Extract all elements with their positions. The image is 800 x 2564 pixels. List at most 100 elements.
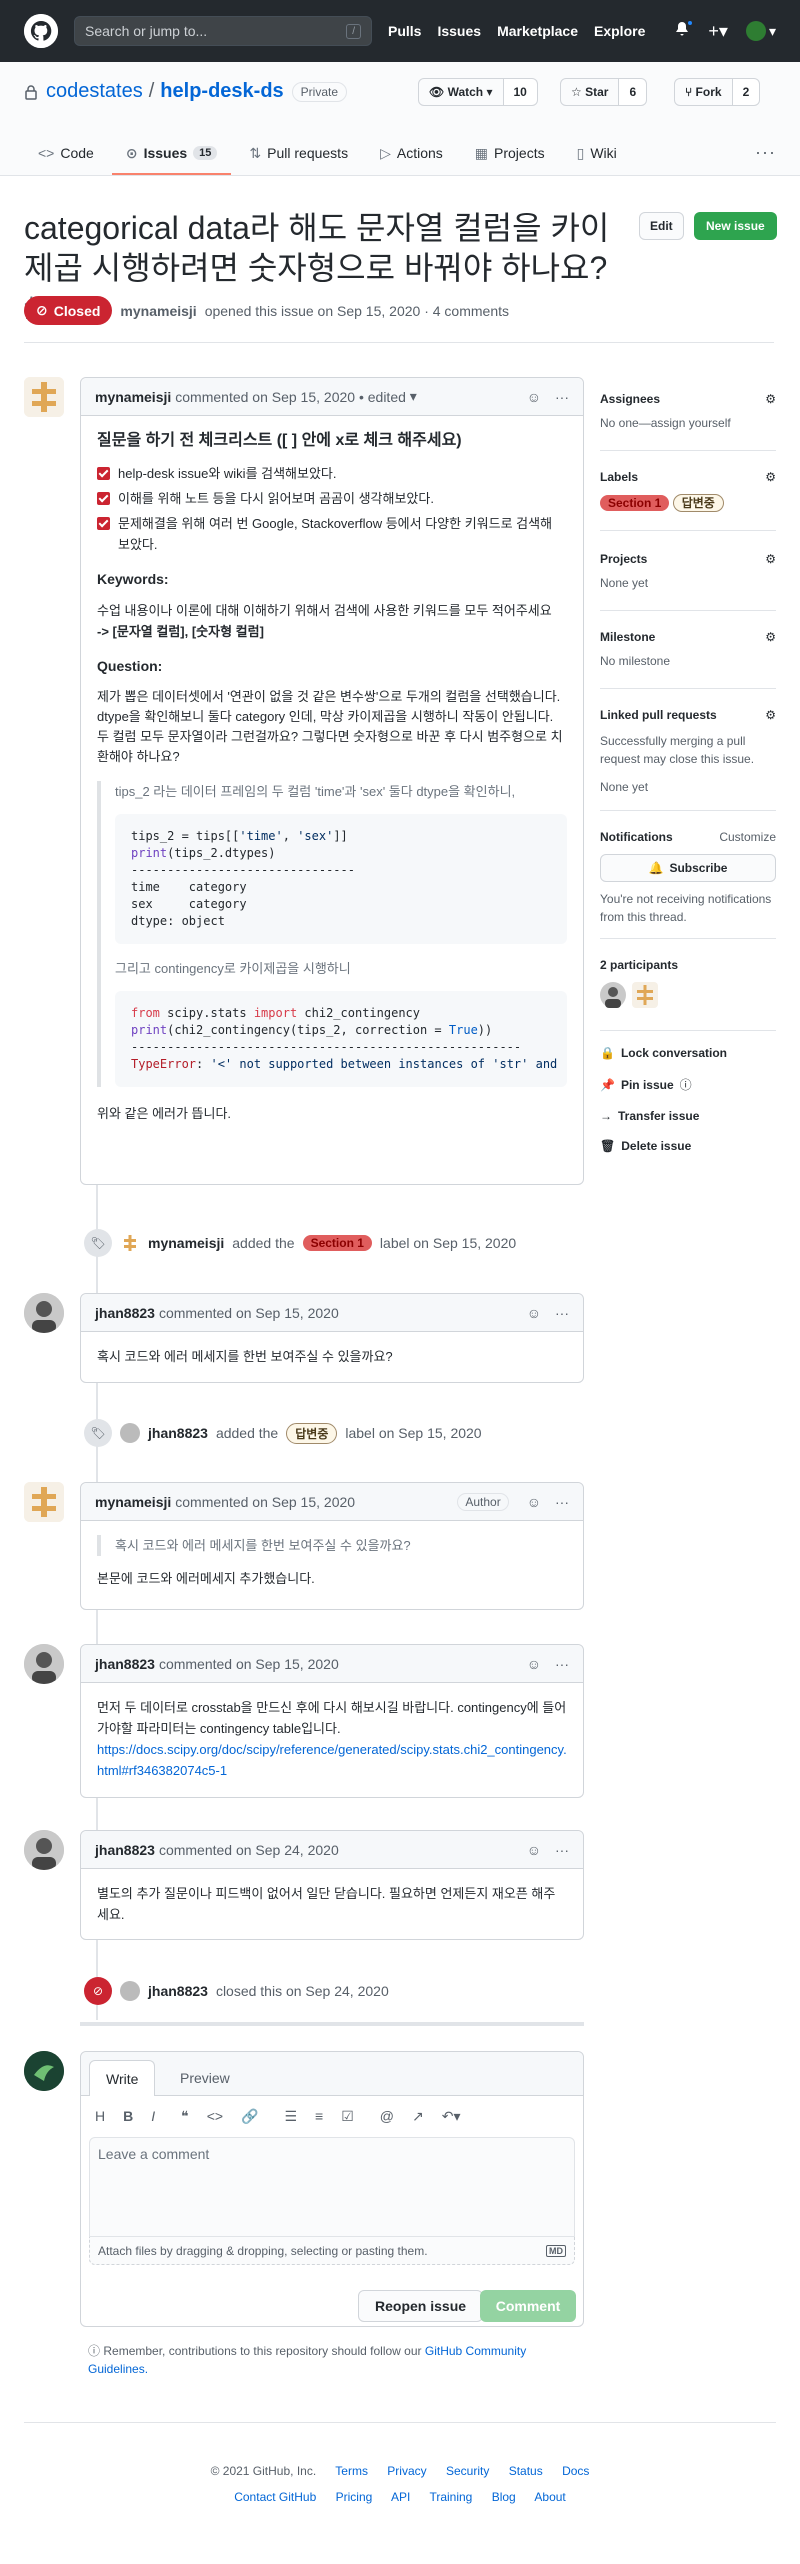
checklist-item[interactable]: 이해를 위해 노트 등을 다시 읽어보며 곰곰이 생각해보았다. <box>97 488 567 509</box>
task-list-icon[interactable]: ☑ <box>341 2108 354 2125</box>
heading-icon[interactable]: H <box>95 2108 105 2125</box>
avatar[interactable] <box>24 377 64 417</box>
attach-files-area[interactable]: Attach files by dragging & dropping, sel… <box>89 2237 575 2265</box>
subscribe-button[interactable]: 🔔 Subscribe <box>600 854 776 882</box>
checklist-item[interactable]: 문제해결을 위해 여러 번 Google, Stackoverflow 등에서 … <box>97 513 567 555</box>
mention-icon[interactable]: @ <box>380 2108 394 2125</box>
comment-menu-icon[interactable]: ··· <box>555 1656 569 1672</box>
emoji-reaction-icon[interactable]: ☺ <box>527 389 541 405</box>
footer-training-link[interactable]: Training <box>429 2490 472 2504</box>
search-input[interactable]: Search or jump to... / <box>74 16 372 46</box>
code-icon[interactable]: <> <box>207 2108 223 2125</box>
comment-textarea[interactable]: Leave a comment <box>89 2137 575 2237</box>
footer-pricing-link[interactable]: Pricing <box>336 2490 373 2504</box>
nav-issues[interactable]: Issues <box>437 23 481 39</box>
more-tabs-icon[interactable]: ··· <box>755 142 776 163</box>
gear-icon[interactable]: ⚙ <box>765 470 776 484</box>
edit-title-button[interactable]: Edit <box>639 212 684 240</box>
tab-pull-requests[interactable]: ⇅ Pull requests <box>235 133 362 175</box>
fork-count[interactable]: 2 <box>732 78 761 106</box>
footer-about-link[interactable]: About <box>534 2490 565 2504</box>
comment-author[interactable]: jhan8823 <box>95 1305 155 1321</box>
tab-write[interactable]: Write <box>89 2060 156 2096</box>
footer-terms-link[interactable]: Terms <box>335 2464 368 2478</box>
new-issue-button[interactable]: New issue <box>694 212 777 240</box>
footer-api-link[interactable]: API <box>391 2490 410 2504</box>
pin-issue-button[interactable]: 📌 Pin issue ⓘ <box>600 1076 776 1093</box>
label-answering[interactable]: 답변중 <box>672 494 724 512</box>
reply-icon[interactable]: ↶▾ <box>442 2108 461 2125</box>
participant-avatar[interactable] <box>600 982 626 1008</box>
emoji-reaction-icon[interactable]: ☺ <box>527 1842 541 1858</box>
emoji-reaction-icon[interactable]: ☺ <box>527 1656 541 1672</box>
user-menu[interactable]: ▾ <box>745 21 776 41</box>
transfer-issue-button[interactable]: → Transfer issue <box>600 1109 776 1123</box>
create-new-icon[interactable]: +▾ <box>708 21 728 42</box>
italic-icon[interactable]: I <box>151 2108 155 2125</box>
bold-icon[interactable]: B <box>123 2108 133 2125</box>
comment-menu-icon[interactable]: ··· <box>555 1842 569 1858</box>
bulleted-list-icon[interactable]: ☰ <box>284 2108 297 2125</box>
nav-explore[interactable]: Explore <box>594 23 645 39</box>
footer-contact-link[interactable]: Contact GitHub <box>234 2490 316 2504</box>
tab-issues[interactable]: ⊙ Issues 15 <box>111 133 232 175</box>
checklist-item[interactable]: help-desk issue와 wiki를 검색해보았다. <box>97 463 567 484</box>
footer-status-link[interactable]: Status <box>509 2464 543 2478</box>
repo-owner-link[interactable]: codestates <box>46 80 143 103</box>
tab-code[interactable]: <> Code <box>24 133 108 175</box>
emoji-reaction-icon[interactable]: ☺ <box>527 1494 541 1510</box>
gear-icon[interactable]: ⚙ <box>765 708 776 722</box>
edited-menu[interactable]: • edited <box>359 389 406 405</box>
avatar[interactable] <box>24 1830 64 1870</box>
avatar[interactable] <box>24 1293 64 1333</box>
github-logo-icon[interactable] <box>24 14 58 48</box>
comment-button[interactable]: Comment <box>480 2290 576 2322</box>
star-count[interactable]: 6 <box>619 78 648 106</box>
comment-menu-icon[interactable]: ··· <box>555 389 569 405</box>
comment-author[interactable]: jhan8823 <box>95 1656 155 1672</box>
label-section-1[interactable]: Section 1 <box>600 495 670 511</box>
tab-actions[interactable]: ▷ Actions <box>366 133 457 175</box>
watch-count[interactable]: 10 <box>503 78 538 106</box>
comment-author[interactable]: jhan8823 <box>95 1842 155 1858</box>
footer-security-link[interactable]: Security <box>446 2464 489 2478</box>
current-user-avatar[interactable] <box>24 2051 64 2091</box>
delete-issue-button[interactable]: 🗑 Delete issue <box>600 1139 776 1153</box>
avatar[interactable] <box>24 1482 64 1522</box>
reopen-issue-button[interactable]: Reopen issue <box>358 2290 484 2322</box>
gear-icon[interactable]: ⚙ <box>765 552 776 566</box>
comment-menu-icon[interactable]: ··· <box>555 1305 569 1321</box>
footer-blog-link[interactable]: Blog <box>492 2490 516 2504</box>
participant-avatar[interactable] <box>632 982 658 1008</box>
emoji-reaction-icon[interactable]: ☺ <box>527 1305 541 1321</box>
label-answering[interactable]: 답변중 <box>286 1422 338 1444</box>
gear-icon[interactable]: ⚙ <box>765 630 776 644</box>
tab-wiki[interactable]: ▯ Wiki <box>563 133 631 175</box>
star-button[interactable]: ☆ Star <box>560 78 620 106</box>
label-section-1[interactable]: Section 1 <box>302 1235 372 1251</box>
closed-event: ⊘ jhan8823 closed this on Sep 24, 2020 <box>84 1977 389 2005</box>
tab-projects[interactable]: ▦ Projects <box>461 133 559 175</box>
scipy-docs-link[interactable]: https://docs.scipy.org/doc/scipy/referen… <box>97 1739 567 1781</box>
lock-conversation-button[interactable]: 🔒 Lock conversation <box>600 1046 776 1060</box>
numbered-list-icon[interactable]: ≡ <box>315 2108 323 2125</box>
watch-button[interactable]: 👁 Watch ▾ <box>418 78 504 106</box>
avatar[interactable] <box>24 1644 64 1684</box>
gear-icon[interactable]: ⚙ <box>765 392 776 406</box>
comment-author[interactable]: mynameisji <box>95 389 171 405</box>
footer-privacy-link[interactable]: Privacy <box>387 2464 426 2478</box>
quote-icon[interactable]: ❝ <box>181 2108 189 2125</box>
issue-author[interactable]: mynameisji <box>120 303 196 319</box>
footer-docs-link[interactable]: Docs <box>562 2464 589 2478</box>
comment-menu-icon[interactable]: ··· <box>555 1494 569 1510</box>
tab-preview[interactable]: Preview <box>164 2060 246 2096</box>
nav-pulls[interactable]: Pulls <box>388 23 421 39</box>
fork-button[interactable]: ⑂ Fork <box>674 78 733 106</box>
nav-marketplace[interactable]: Marketplace <box>497 23 578 39</box>
comment-author[interactable]: mynameisji <box>95 1494 171 1510</box>
repo-name-link[interactable]: help-desk-ds <box>160 80 283 103</box>
customize-link[interactable]: Customize <box>719 830 776 844</box>
notification-bell-icon[interactable] <box>674 18 695 42</box>
reference-icon[interactable]: ↗ <box>412 2108 424 2125</box>
link-icon[interactable]: 🔗 <box>241 2108 258 2125</box>
